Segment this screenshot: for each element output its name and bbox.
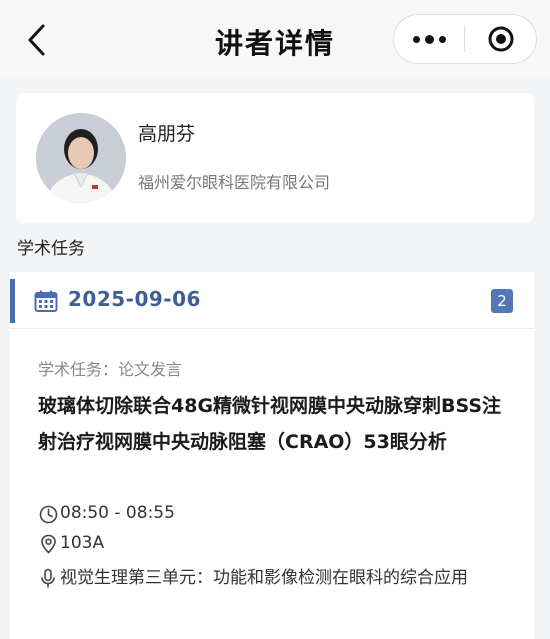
speaker-name: 高朋芬 <box>138 123 196 145</box>
task-time: 08:50 - 08:55 <box>60 503 175 523</box>
calendar-icon <box>34 290 58 312</box>
section-title: 学术任务 <box>17 239 85 259</box>
microphone-icon <box>38 567 58 589</box>
task-room-row: 103A <box>38 533 104 555</box>
speaker-card: 高朋芬 福州爱尔眼科医院有限公司 <box>16 93 534 223</box>
task-date-header: 2025-09-06 2 <box>10 272 534 329</box>
task-session: 视觉生理第三单元：功能和影像检测在眼科的综合应用 <box>60 568 468 588</box>
location-pin-icon <box>38 533 58 555</box>
task-card[interactable]: 2025-09-06 2 学术任务：论文发言 玻璃体切除联合48G精微针视网膜中… <box>10 272 534 639</box>
task-session-row: 视觉生理第三单元：功能和影像检测在眼科的综合应用 <box>38 563 518 593</box>
task-count-badge: 2 <box>491 289 513 313</box>
more-button[interactable] <box>394 15 464 63</box>
task-date: 2025-09-06 <box>68 287 201 311</box>
speaker-organization: 福州爱尔眼科医院有限公司 <box>138 173 331 192</box>
target-close-icon <box>488 26 513 52</box>
more-dots-icon <box>412 35 420 43</box>
task-type: 学术任务：论文发言 <box>38 360 183 379</box>
task-time-row: 08:50 - 08:55 <box>38 503 175 525</box>
accent-bar <box>10 279 15 323</box>
avatar <box>36 113 126 203</box>
task-title: 玻璃体切除联合48G精微针视网膜中央动脉穿刺BSS注射治疗视网膜中央动脉阻塞（C… <box>38 395 502 453</box>
task-room: 103A <box>60 533 105 553</box>
mini-program-capsule <box>393 14 537 64</box>
top-navbar: 讲者详情 <box>0 0 550 78</box>
clock-icon <box>38 503 58 525</box>
close-button[interactable] <box>465 15 536 63</box>
